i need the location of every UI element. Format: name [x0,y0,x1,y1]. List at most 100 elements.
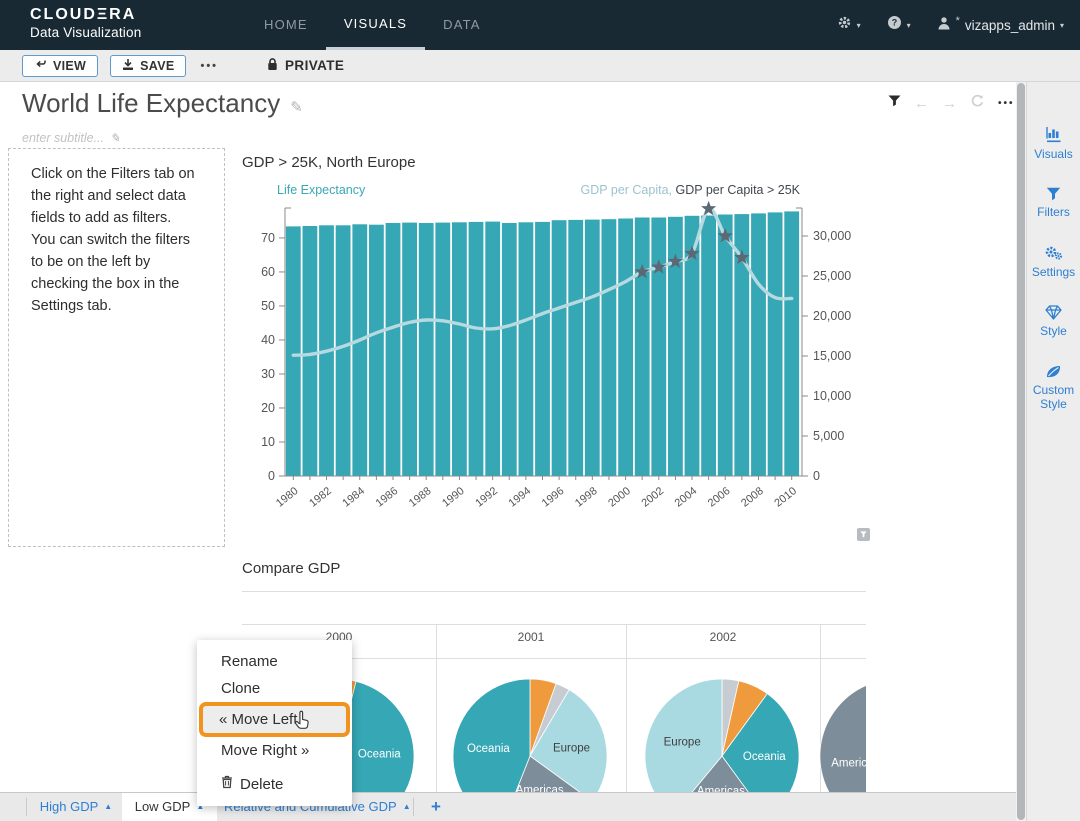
filters-instructions-panel: Click on the Filters tab on the right an… [8,148,225,547]
sidebar-item-settings[interactable]: Settings [1028,245,1080,279]
combo-chart[interactable]: 01020304050607005,00010,00015,00020,0002… [242,198,887,530]
pie-slice-label: Europe [664,737,701,749]
edit-subtitle-pencil-icon[interactable]: ✎ [110,131,120,145]
tab-label: High GDP [40,799,99,814]
dashboard-content: World Life Expectancy ✎ enter subtitle...… [0,82,1016,792]
save-button-label: SAVE [140,59,174,73]
svg-text:70: 70 [261,231,275,245]
sidebar-item-filters[interactable]: Filters [1028,187,1080,219]
chevron-down-icon: ▾ [1060,21,1064,30]
nav-item-visuals[interactable]: VISUALS [326,0,425,50]
user-star: * [956,15,960,27]
page-title-text: World Life Expectancy [22,88,280,118]
vertical-scrollbar-thumb[interactable] [1017,83,1025,820]
nav-item-home[interactable]: HOME [246,0,326,50]
hand-cursor-icon [292,710,312,736]
redo-arrow-icon[interactable]: → [942,96,957,111]
toolbar-more-button[interactable]: ••• [200,60,218,72]
nav-item-data[interactable]: DATA [425,0,499,50]
svg-text:20,000: 20,000 [813,309,851,323]
svg-text:50: 50 [261,299,275,313]
filter-funnel-icon[interactable] [888,94,901,112]
privacy-status[interactable]: PRIVATE [266,57,344,74]
add-sheet-button[interactable]: + [425,793,447,821]
legend-gdp-per-capita: GDP per Capita, [581,183,672,197]
svg-text:10,000: 10,000 [813,389,851,403]
legend-gdp: GDP per Capita, GDP per Capita > 25K [581,183,800,197]
tab-caret-icon[interactable]: ▲ [104,802,112,811]
menu-item-move-right[interactable]: Move Right » [197,737,352,764]
subtitle-placeholder[interactable]: enter subtitle... ✎ [22,131,120,145]
pie-slice-label: Oceania [467,743,510,755]
dashboard-action-icons: ← → ••• [888,93,1015,113]
svg-text:30: 30 [261,367,275,381]
sidebar-item-style[interactable]: Style [1028,305,1080,338]
chevron-down-icon: ▾ [857,21,861,30]
pie-chart-2001[interactable]: Europe Americas Oceania [445,671,615,792]
gears-icon [1044,245,1064,261]
svg-text:25,000: 25,000 [813,269,851,283]
username-label: vizapps_admin [965,18,1055,33]
menu-item-clone[interactable]: Clone [197,675,352,702]
combo-chart-title: GDP > 25K, North Europe [242,154,416,171]
svg-text:2004: 2004 [673,485,700,510]
svg-text:2006: 2006 [706,485,733,510]
refresh-icon[interactable] [970,93,985,113]
pie-slice-label: Europe [553,742,590,754]
lock-icon [266,57,279,74]
trellis-year-label: 2001 [491,630,571,644]
svg-text:40: 40 [261,333,275,347]
sidebar-item-visuals[interactable]: Visuals [1028,126,1080,161]
leaf-icon [1045,364,1062,379]
view-button-label: VIEW [53,59,86,73]
svg-text:2010: 2010 [772,485,799,510]
view-button[interactable]: VIEW [22,55,98,77]
svg-text:1988: 1988 [407,485,434,510]
settings-menu[interactable]: ▾ [837,15,861,35]
subtitle-text: enter subtitle... [22,131,104,145]
sidebar-label: Filters [1028,205,1080,219]
svg-text:2000: 2000 [606,485,633,510]
cloudera-logo: CLOUDΞRA Data Visualization [30,6,141,40]
svg-text:?: ? [891,18,897,28]
delete-label: Delete [240,771,283,798]
pie-chart-2003[interactable]: Americas [812,671,866,792]
help-menu[interactable]: ? ▾ [887,15,911,35]
svg-text:1996: 1996 [540,485,567,510]
sidebar-label: Style [1028,324,1080,338]
svg-text:1980: 1980 [274,485,301,510]
logo-line1: CLOUDΞRA [30,6,141,24]
trellis-row-divider [242,624,866,625]
sidebar-label: Settings [1028,265,1080,279]
undo-arrow-icon[interactable]: ← [914,96,929,111]
right-sidebar: Visuals Filters Settings Style Custom St… [1026,82,1080,821]
gem-icon [1045,305,1062,320]
chevron-down-icon: ▾ [907,21,911,30]
pie-chart-2002[interactable]: OceaniaAmericasEurope [637,671,807,792]
svg-text:1990: 1990 [440,485,467,510]
svg-text:5,000: 5,000 [813,429,844,443]
legend-life-expectancy: Life Expectancy [242,183,365,197]
menu-item-move-left[interactable]: « Move Left [199,702,350,737]
menu-item-rename[interactable]: Rename [197,648,352,675]
download-icon [122,58,134,74]
visual-corner-badge[interactable] [857,528,870,541]
return-arrow-icon [34,58,47,73]
sidebar-item-custom-style[interactable]: Custom Style [1028,364,1080,411]
tab-high-gdp[interactable]: High GDP ▲ [32,793,120,821]
page-title: World Life Expectancy ✎ [22,88,303,119]
svg-text:1998: 1998 [573,485,600,510]
svg-text:1994: 1994 [507,485,534,510]
pie-slice-label: Americas [516,784,564,792]
edit-title-pencil-icon[interactable]: ✎ [290,99,303,116]
combo-chart-area[interactable]: 01020304050607005,00010,00015,00020,0002… [242,198,887,535]
svg-text:1986: 1986 [374,485,401,510]
logo-line2: Data Visualization [30,25,141,40]
menu-item-delete[interactable]: Delete [197,771,352,798]
save-button[interactable]: SAVE [110,55,186,77]
dashboard-more-button[interactable]: ••• [998,98,1015,109]
svg-text:10: 10 [261,435,275,449]
tab-caret-icon[interactable]: ▲ [403,802,411,811]
user-menu[interactable]: * vizapps_admin ▾ [937,16,1064,35]
bars-life-expectancy [286,211,799,476]
